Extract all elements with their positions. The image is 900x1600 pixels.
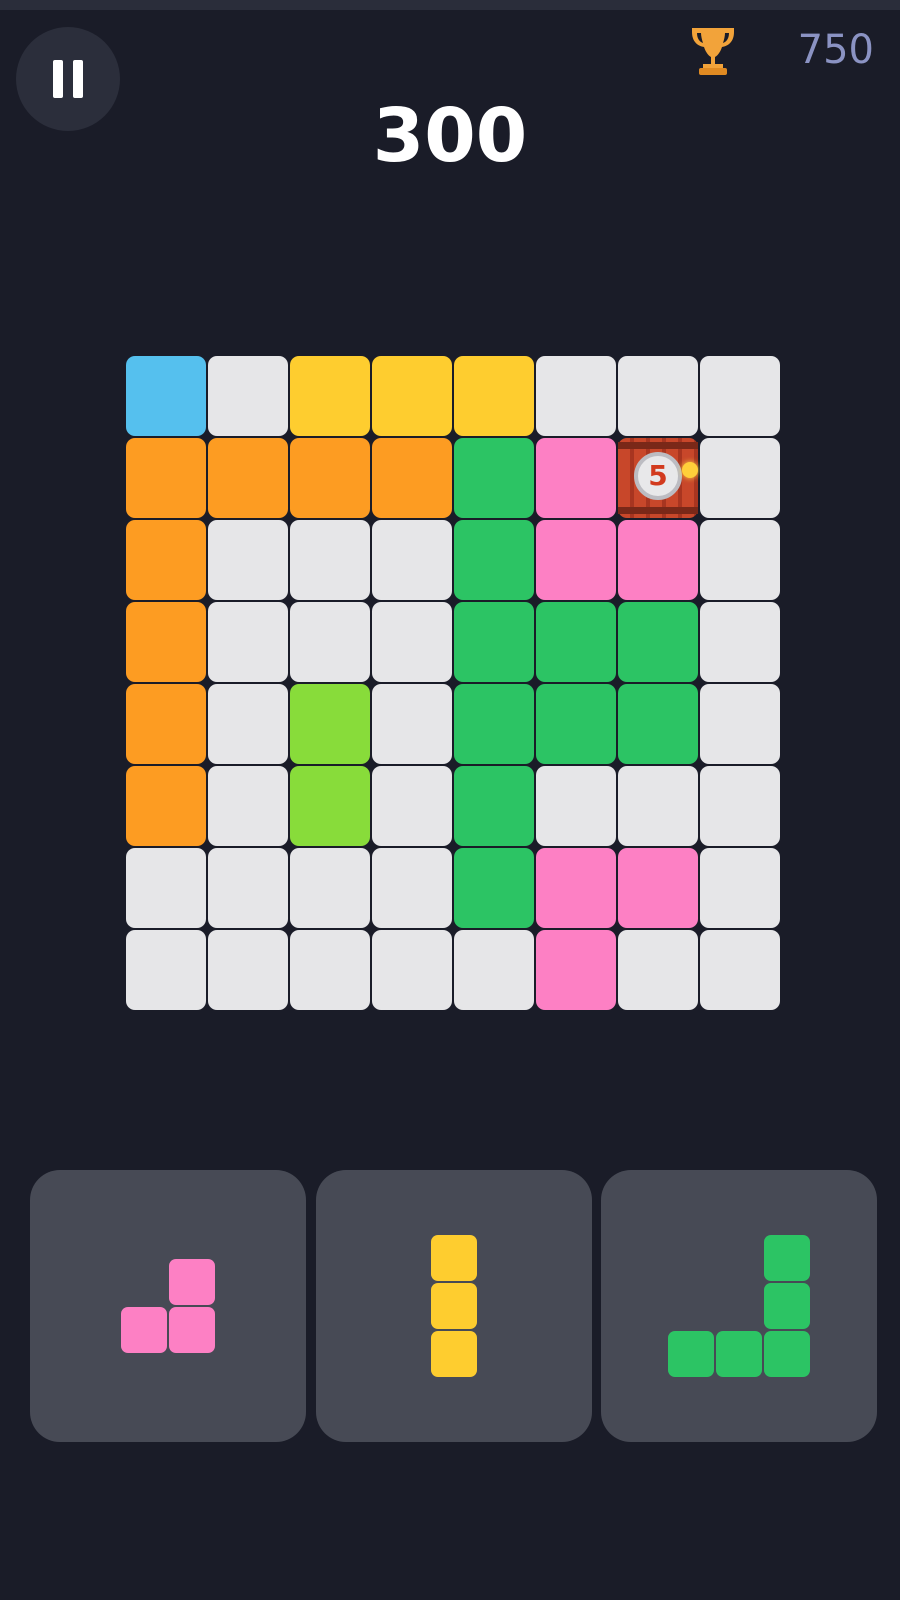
board-cell-orange [372, 438, 452, 518]
piece-slot-1[interactable] [30, 1170, 306, 1442]
board-cell-empty [700, 438, 780, 518]
board-cell-green [454, 602, 534, 682]
board-cell-empty [290, 602, 370, 682]
board-cell-green [454, 766, 534, 846]
board-cell-pink [536, 438, 616, 518]
board-cell-empty [372, 684, 452, 764]
board-cell-green [618, 602, 698, 682]
pause-icon [53, 60, 63, 98]
board-cell-green [536, 602, 616, 682]
piece-block [764, 1331, 810, 1377]
board-cell-yellow [372, 356, 452, 436]
board-cell-empty [618, 356, 698, 436]
board-cell-empty [700, 766, 780, 846]
board-cell-yellow [454, 356, 534, 436]
board-cell-empty [372, 520, 452, 600]
board-cell-blue [126, 356, 206, 436]
board-cell-empty [536, 356, 616, 436]
board-cell-pink [536, 930, 616, 1010]
board-cell-empty [372, 602, 452, 682]
piece-block [764, 1283, 810, 1329]
piece-block [431, 1331, 477, 1377]
pink-l-piece[interactable] [121, 1259, 215, 1353]
board-cell-green [618, 684, 698, 764]
piece-block [668, 1331, 714, 1377]
fuse-spark-icon [682, 462, 698, 478]
best-score: 750 [797, 27, 874, 73]
board-cell-empty [454, 930, 534, 1010]
board-cell-empty [290, 848, 370, 928]
piece-block [764, 1235, 810, 1281]
board-cell-empty [700, 602, 780, 682]
game-board[interactable]: 5 [126, 356, 782, 1012]
board-cell-orange [208, 438, 288, 518]
board-cell-empty [208, 684, 288, 764]
board-cell-empty [208, 766, 288, 846]
piece-slot-3[interactable] [601, 1170, 877, 1442]
board-cell-green [536, 684, 616, 764]
piece-block [431, 1235, 477, 1281]
board-cell-green [454, 438, 534, 518]
board-cell-pink [618, 848, 698, 928]
board-cell-empty [372, 766, 452, 846]
board-cell-empty [208, 520, 288, 600]
board-cell-empty [536, 766, 616, 846]
top-edge [0, 0, 900, 10]
board-cell-empty [372, 930, 452, 1010]
piece-block [169, 1259, 215, 1305]
piece-block [121, 1307, 167, 1353]
board-cell-empty [618, 930, 698, 1010]
board-cell-empty [618, 766, 698, 846]
board-cell-pink [536, 520, 616, 600]
board-cell-green [454, 848, 534, 928]
piece-block [169, 1307, 215, 1353]
bomb-countdown: 5 [648, 459, 668, 492]
yellow-i-piece[interactable] [431, 1235, 477, 1377]
green-l-piece[interactable] [668, 1235, 810, 1377]
piece-block [716, 1331, 762, 1377]
board-cell-pink [536, 848, 616, 928]
board-cell-green [454, 684, 534, 764]
board-cell-empty [290, 520, 370, 600]
board-cell-empty [700, 356, 780, 436]
piece-block [431, 1283, 477, 1329]
bomb-band [618, 442, 698, 449]
board-cell-empty [700, 684, 780, 764]
board-cell-orange [126, 438, 206, 518]
board-cell-lime [290, 684, 370, 764]
board-cell-orange [290, 438, 370, 518]
board-cell-pink [618, 520, 698, 600]
board-cell-green [454, 520, 534, 600]
board-cell-empty [700, 848, 780, 928]
current-score: 300 [372, 93, 528, 179]
bomb-cell: 5 [618, 438, 698, 518]
board-cell-yellow [290, 356, 370, 436]
board-cell-empty [372, 848, 452, 928]
board-cell-empty [126, 930, 206, 1010]
board-cell-empty [700, 520, 780, 600]
board-cell-empty [208, 602, 288, 682]
board-cell-empty [208, 356, 288, 436]
board-cell-empty [126, 848, 206, 928]
board-cell-empty [290, 930, 370, 1010]
board-cell-orange [126, 684, 206, 764]
board-cell-orange [126, 766, 206, 846]
bomb-band [618, 507, 698, 514]
board-cell-empty [700, 930, 780, 1010]
board-cell-orange [126, 520, 206, 600]
pause-button[interactable] [16, 27, 120, 131]
board-cell-orange [126, 602, 206, 682]
pause-icon-bar [73, 60, 83, 98]
board-cell-lime [290, 766, 370, 846]
trophy-icon [692, 28, 734, 75]
piece-slot-2[interactable] [316, 1170, 592, 1442]
board-cell-empty [208, 848, 288, 928]
board-cell-empty [208, 930, 288, 1010]
